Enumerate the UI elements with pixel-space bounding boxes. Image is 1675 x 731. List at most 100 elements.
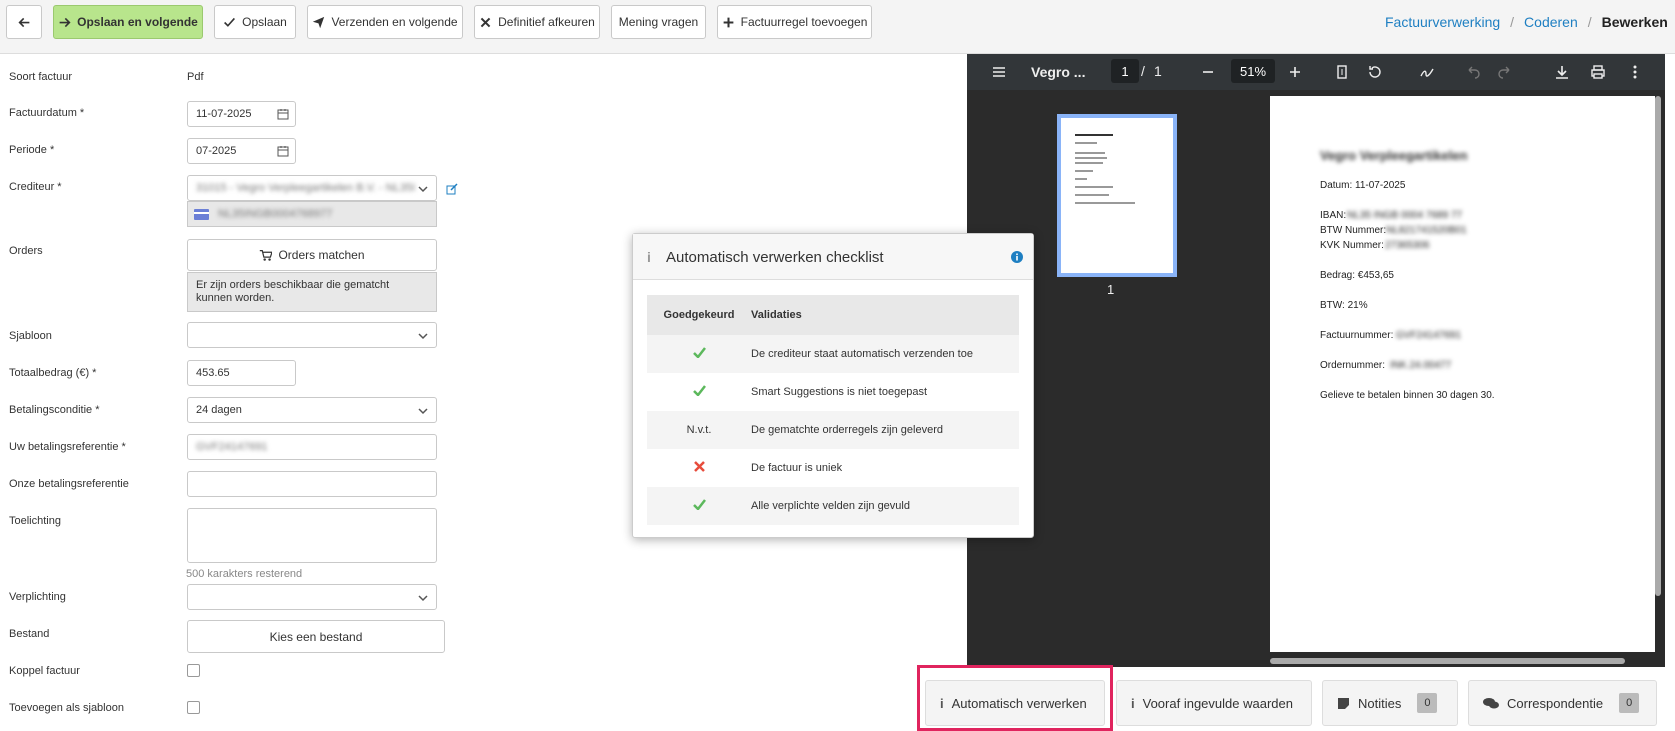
zoom-in-icon[interactable] [1287, 64, 1303, 80]
edit-icon[interactable] [446, 183, 458, 195]
pdf-title: Vegro ... [1031, 64, 1086, 80]
choose-file-button[interactable]: Kies een bestand [187, 620, 445, 653]
pdf-btw-value: NL821741520B01 [1386, 225, 1467, 236]
breadcrumb-factuurverwerking[interactable]: Factuurverwerking [1385, 14, 1500, 30]
tab-notes-label: Notities [1358, 695, 1402, 711]
pdf-viewer: Vegro ... 1 / 1 51% 1 Vegro Verpleegarti… [967, 54, 1665, 667]
cross-icon [647, 461, 751, 475]
pdf-toolbar: Vegro ... 1 / 1 51% [967, 54, 1665, 90]
ask-opinion-label: Mening vragen [618, 15, 699, 29]
period-label: Periode * [9, 144, 55, 156]
cart-icon [260, 249, 273, 261]
tab-prefilled-values[interactable]: i Vooraf ingevulde waarden [1116, 680, 1312, 726]
save-next-button[interactable]: Opslaan en volgende [53, 5, 203, 39]
table-row: Smart Suggestions is niet toegepast [647, 373, 1019, 411]
your-reference-input[interactable]: GVF24147691 [187, 434, 437, 460]
breadcrumb-separator: / [1510, 14, 1515, 30]
zoom-out-icon[interactable] [1200, 64, 1216, 80]
creditor-label: Crediteur * [9, 181, 62, 193]
table-row: N.v.t. De gematchte orderregels zijn gel… [647, 411, 1019, 449]
thumb-line [1075, 152, 1105, 154]
download-icon[interactable] [1554, 64, 1570, 80]
explanation-label: Toelichting [9, 515, 61, 527]
match-orders-label: Orders matchen [278, 248, 365, 262]
validation-text: De factuur is uniek [751, 462, 843, 474]
file-label: Bestand [9, 628, 50, 640]
add-invoice-line-button[interactable]: Factuurregel toevoegen [717, 5, 872, 39]
col-validations: Validaties [751, 309, 802, 321]
tab-correspondence[interactable]: Correspondentie 0 [1468, 680, 1657, 726]
tab-notes[interactable]: Notities 0 [1322, 680, 1458, 726]
our-reference-input[interactable] [187, 471, 437, 497]
creditor-select[interactable]: 31015 - Vegro Verpleegartikelen B.V. - N… [187, 175, 437, 201]
pdf-zoom-input[interactable]: 51% [1231, 59, 1275, 83]
reject-button[interactable]: Definitief afkeuren [474, 5, 600, 39]
col-approved: Goedgekeurd [663, 309, 735, 321]
payment-condition-select[interactable]: 24 dagen [187, 397, 437, 423]
back-button[interactable] [6, 5, 42, 39]
annotate-icon[interactable] [1419, 64, 1435, 80]
creditor-iban-box: NL35INGB0004768977 [187, 201, 437, 227]
pdf-invoice-number-value: GVF24147691 [1396, 330, 1462, 341]
pdf-vertical-scrollbar[interactable] [1655, 96, 1661, 596]
save-button[interactable]: Opslaan [214, 5, 296, 39]
comments-icon [1483, 697, 1499, 708]
pdf-amount: Bedrag: €453,65 [1320, 270, 1394, 281]
template-label: Sjabloon [9, 330, 52, 342]
menu-icon[interactable] [991, 64, 1007, 80]
pdf-horizontal-scrollbar[interactable] [1270, 658, 1625, 664]
info-icon: i [647, 249, 651, 265]
ask-opinion-button[interactable]: Mening vragen [611, 5, 706, 39]
orders-label: Orders [9, 245, 43, 257]
info-circle-icon[interactable] [1011, 251, 1023, 263]
reject-label: Definitief afkeuren [498, 15, 595, 29]
fit-page-icon[interactable] [1334, 64, 1350, 80]
our-reference-label: Onze betalingsreferentie [9, 478, 129, 490]
pdf-heading: Vegro Verpleegartikelen [1320, 148, 1468, 163]
undo-icon[interactable] [1465, 64, 1481, 80]
match-orders-button[interactable]: Orders matchen [187, 239, 437, 271]
pdf-btw-label: BTW Nummer: [1320, 225, 1387, 236]
calendar-icon[interactable] [277, 108, 289, 120]
notes-count-badge: 0 [1417, 693, 1438, 713]
pdf-page-total: 1 [1154, 63, 1162, 79]
highlight-box [917, 665, 1113, 731]
save-label: Opslaan [242, 15, 287, 29]
pdf-page-thumbnail[interactable] [1057, 114, 1177, 277]
arrow-left-icon [17, 17, 29, 27]
creditor-value: 31015 - Vegro Verpleegartikelen B.V. - N… [196, 182, 416, 194]
more-options-icon[interactable] [1627, 64, 1643, 80]
link-invoice-checkbox[interactable] [187, 664, 200, 677]
paper-plane-icon [313, 16, 325, 28]
calendar-icon[interactable] [277, 145, 289, 157]
top-toolbar: Opslaan en volgende Opslaan Verzenden en… [0, 0, 1675, 54]
invoice-date-field[interactable]: 11-07-2025 [187, 101, 296, 127]
redo-icon[interactable] [1497, 64, 1513, 80]
total-value: 453.65 [196, 367, 230, 379]
validation-text: Alle verplichte velden zijn gevuld [751, 500, 910, 512]
auto-process-checklist-modal: i Automatisch verwerken checklist Goedge… [632, 233, 1034, 538]
invoice-type-label: Soort factuur [9, 71, 72, 83]
send-next-button[interactable]: Verzenden en volgende [307, 5, 463, 39]
table-row: De factuur is uniek [647, 449, 1019, 487]
add-template-checkbox[interactable] [187, 701, 200, 714]
pdf-invoice-number-label: Factuurnummer: [1320, 330, 1394, 341]
payment-condition-label: Betalingsconditie * [9, 404, 100, 416]
tab-correspondence-label: Correspondentie [1507, 695, 1604, 711]
save-next-label: Opslaan en volgende [77, 15, 198, 29]
invoice-type-value: Pdf [187, 71, 204, 83]
total-input[interactable]: 453.65 [187, 360, 296, 386]
obligation-select[interactable] [187, 584, 437, 610]
explanation-textarea[interactable] [187, 508, 437, 563]
breadcrumb-coderen[interactable]: Coderen [1524, 14, 1578, 30]
period-field[interactable]: 07-2025 [187, 138, 296, 164]
your-reference-value: GVF24147691 [196, 441, 268, 453]
table-row: De crediteur staat automatisch verzenden… [647, 335, 1019, 373]
your-reference-label: Uw betalingsreferentie * [9, 441, 126, 453]
pdf-page-input[interactable]: 1 [1111, 59, 1139, 83]
rotate-icon[interactable] [1367, 64, 1383, 80]
print-icon[interactable] [1590, 64, 1606, 80]
template-select[interactable] [187, 322, 437, 348]
credit-card-icon [194, 209, 209, 220]
choose-file-label: Kies een bestand [269, 629, 363, 644]
